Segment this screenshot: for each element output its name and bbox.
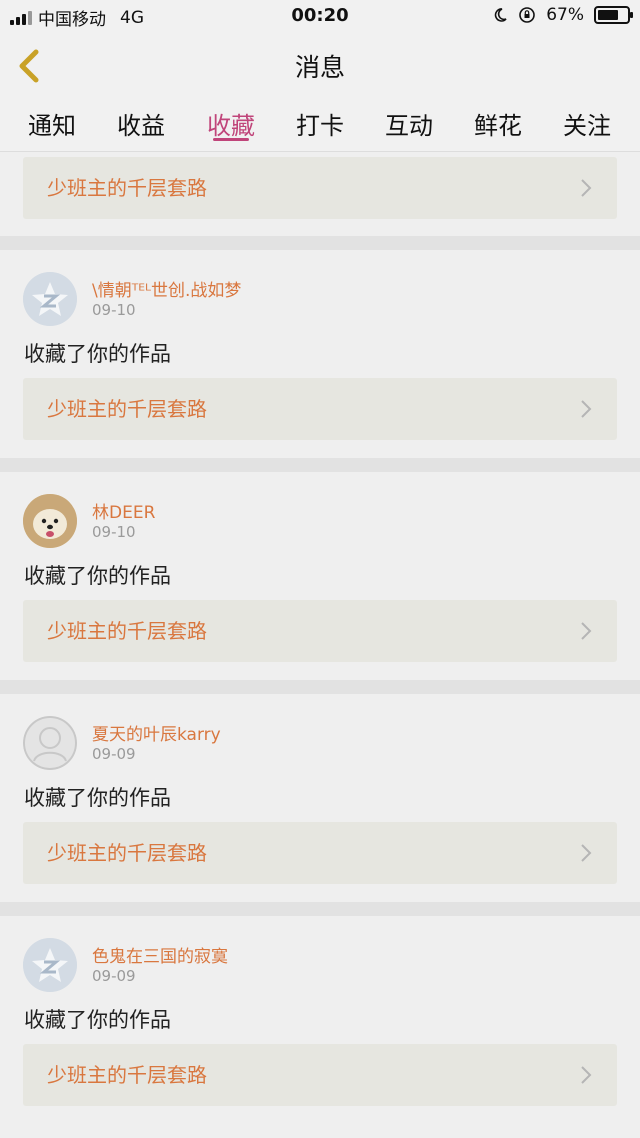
tab-notifications[interactable]: 通知 [22, 106, 82, 141]
page-title: 消息 [294, 53, 345, 82]
screen: 中国移动 4G 00:20 67% 消息 通知 收益 收藏 打卡 互动 鲜花 关… [0, 0, 640, 1138]
avatar[interactable] [23, 272, 77, 326]
active-tab-indicator [213, 138, 249, 141]
default-user-icon [23, 716, 77, 770]
list-item: \情朝ᵀᴱᴸ世创.战如梦 09-10 收藏了你的作品 少班主的千层套路 [0, 250, 640, 458]
date: 09-10 [92, 301, 136, 319]
chevron-right-icon [581, 1066, 592, 1084]
work-link[interactable]: 少班主的千层套路 [23, 157, 617, 219]
work-link[interactable]: 少班主的千层套路 [23, 1044, 617, 1106]
battery-icon [594, 6, 633, 24]
divider [0, 902, 640, 916]
star-badge-icon [23, 938, 77, 992]
tab-flowers[interactable]: 鲜花 [468, 106, 528, 141]
action-text: 收藏了你的作品 [24, 564, 171, 588]
tab-follow[interactable]: 关注 [557, 106, 617, 141]
chevron-right-icon [581, 844, 592, 862]
list-item: 林DEER 09-10 收藏了你的作品 少班主的千层套路 [0, 472, 640, 680]
action-text: 收藏了你的作品 [24, 342, 171, 366]
avatar[interactable] [23, 938, 77, 992]
avatar[interactable] [23, 716, 77, 770]
divider [0, 236, 640, 250]
divider [0, 458, 640, 472]
tab-favorites[interactable]: 收藏 [201, 106, 261, 141]
star-badge-icon [23, 272, 77, 326]
status-bar: 中国移动 4G 00:20 67% [0, 0, 640, 32]
dog-photo-icon [23, 494, 77, 548]
divider [0, 680, 640, 694]
chevron-right-icon [581, 179, 592, 197]
work-link[interactable]: 少班主的千层套路 [23, 600, 617, 662]
work-title: 少班主的千层套路 [47, 619, 207, 643]
tab-earnings[interactable]: 收益 [111, 106, 171, 141]
action-text: 收藏了你的作品 [24, 786, 171, 810]
tab-checkin[interactable]: 打卡 [290, 106, 350, 141]
date: 09-09 [92, 967, 136, 985]
nav-header: 消息 [0, 32, 640, 98]
status-right: 67% [492, 5, 633, 25]
moon-icon [494, 8, 507, 22]
tab-bar: 通知 收益 收藏 打卡 互动 鲜花 关注 [0, 98, 640, 152]
username[interactable]: \情朝ᵀᴱᴸ世创.战如梦 [92, 276, 241, 301]
username[interactable]: 色鬼在三国的寂寞 [92, 942, 228, 967]
date: 09-09 [92, 745, 136, 763]
avatar[interactable] [23, 494, 77, 548]
tab-interaction[interactable]: 互动 [379, 106, 439, 141]
battery-label: 67% [546, 5, 584, 25]
chevron-right-icon [581, 622, 592, 640]
action-text: 收藏了你的作品 [24, 1008, 171, 1032]
list-item: 色鬼在三国的寂寞 09-09 收藏了你的作品 少班主的千层套路 [0, 916, 640, 1138]
work-title: 少班主的千层套路 [47, 176, 207, 200]
work-link[interactable]: 少班主的千层套路 [23, 822, 617, 884]
work-title: 少班主的千层套路 [47, 841, 207, 865]
work-title: 少班主的千层套路 [47, 1063, 207, 1087]
list-item: 夏天的叶辰karry 09-09 收藏了你的作品 少班主的千层套路 [0, 694, 640, 902]
username[interactable]: 夏天的叶辰karry [92, 720, 221, 745]
chevron-right-icon [581, 400, 592, 418]
work-title: 少班主的千层套路 [47, 397, 207, 421]
rotation-lock-icon [519, 7, 536, 23]
work-link[interactable]: 少班主的千层套路 [23, 378, 617, 440]
date: 09-10 [92, 523, 136, 541]
list-item: 少班主的千层套路 [0, 152, 640, 236]
username[interactable]: 林DEER [92, 498, 155, 523]
